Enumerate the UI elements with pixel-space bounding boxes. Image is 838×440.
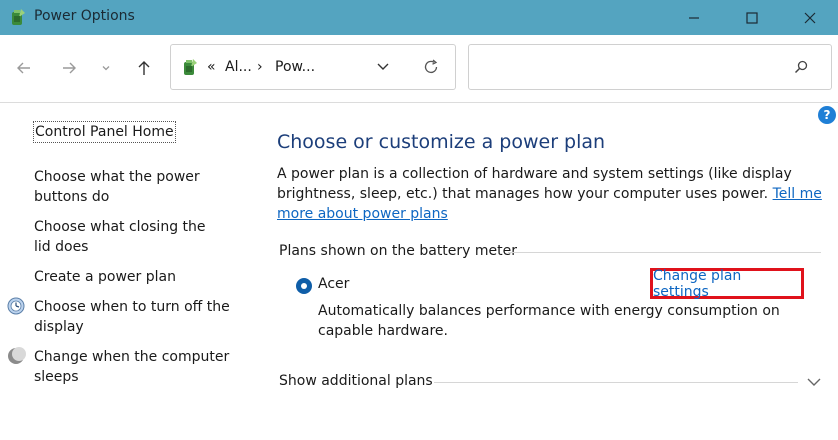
back-arrow-icon <box>17 62 30 74</box>
show-additional-plans[interactable]: Show additional plans <box>279 373 433 389</box>
up-button[interactable] <box>130 54 158 82</box>
minimize-icon <box>689 16 699 19</box>
back-button[interactable] <box>10 54 38 82</box>
plan-radio-acer[interactable] <box>296 278 312 294</box>
minimize-button[interactable] <box>670 0 718 35</box>
additional-plans-divider <box>434 382 798 383</box>
section-divider <box>508 252 821 253</box>
navigation-bar: « Al... › Pow... <box>0 35 838 103</box>
display-off-icon <box>7 297 25 315</box>
forward-button[interactable] <box>55 54 83 82</box>
search-input[interactable] <box>468 44 832 90</box>
description-text: A power plan is a collection of hardware… <box>277 166 792 202</box>
sidebar-link-display-off[interactable]: Choose when to turn off the display <box>34 297 234 337</box>
expand-chevron-icon[interactable] <box>806 374 822 390</box>
refresh-icon[interactable] <box>422 58 440 76</box>
recent-chevron-icon <box>102 66 110 71</box>
change-plan-settings-link[interactable]: Change plan settings <box>650 268 804 300</box>
maximize-icon <box>746 11 758 24</box>
help-button[interactable]: ? <box>818 106 836 124</box>
page-title: Choose or customize a power plan <box>277 131 606 153</box>
address-overflow[interactable]: « <box>207 59 216 75</box>
page-description: A power plan is a collection of hardware… <box>277 164 837 224</box>
sidebar-link-computer-sleeps[interactable]: Change when the computer sleeps <box>34 347 234 387</box>
sidebar-link-power-buttons[interactable]: Choose what the power buttons do <box>34 167 224 207</box>
window-title: Power Options <box>34 8 135 24</box>
sidebar-link-create-plan[interactable]: Create a power plan <box>34 267 234 287</box>
control-panel-home-link[interactable]: Control Panel Home <box>33 121 176 143</box>
chevron-down-icon[interactable] <box>376 62 390 72</box>
power-options-icon <box>184 59 197 75</box>
forward-arrow-icon <box>63 62 76 74</box>
change-plan-settings-label[interactable]: Change plan settings <box>653 268 801 300</box>
plan-name[interactable]: Acer <box>318 276 349 292</box>
plan-description: Automatically balances performance with … <box>318 303 780 339</box>
breadcrumb-power-options[interactable]: Pow... <box>275 59 315 75</box>
breadcrumb-separator: › <box>257 59 263 75</box>
close-icon <box>804 12 816 23</box>
sleep-moon-icon <box>8 347 26 364</box>
search-icon <box>794 60 808 74</box>
plans-section-label: Plans shown on the battery meter <box>279 243 518 259</box>
power-options-icon <box>12 9 25 25</box>
sidebar-link-closing-lid[interactable]: Choose what closing the lid does <box>34 217 224 257</box>
maximize-button[interactable] <box>728 0 776 35</box>
breadcrumb-all-control-panel[interactable]: Al... <box>225 59 252 75</box>
recent-locations-button[interactable] <box>94 54 118 82</box>
address-box[interactable]: « Al... › Pow... <box>170 44 456 90</box>
up-arrow-icon <box>138 61 150 75</box>
title-bar: Power Options <box>0 0 838 35</box>
close-button[interactable] <box>786 0 834 35</box>
